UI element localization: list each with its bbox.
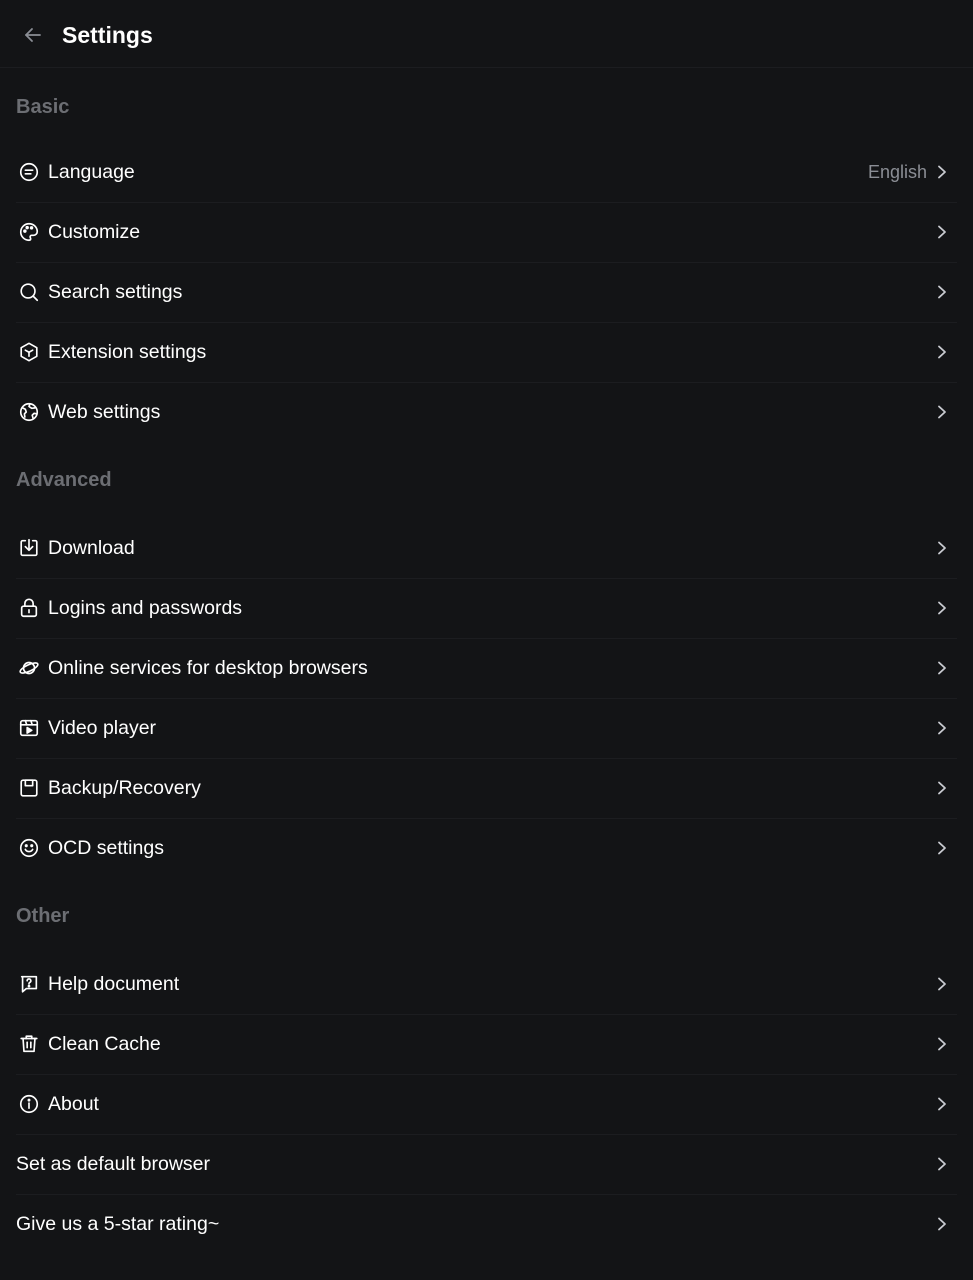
chevron-right-icon bbox=[935, 225, 949, 239]
chevron-right-icon bbox=[935, 1097, 949, 1111]
chevron-right-icon bbox=[935, 841, 949, 855]
settings-item-default-browser[interactable]: Set as default browser bbox=[16, 1134, 957, 1194]
chevron-right-icon bbox=[935, 601, 949, 615]
video-icon bbox=[18, 717, 40, 739]
settings-item-download[interactable]: Download bbox=[16, 518, 957, 578]
item-label: About bbox=[48, 1092, 99, 1115]
item-label: Web settings bbox=[48, 400, 161, 423]
settings-item-logins[interactable]: Logins and passwords bbox=[16, 578, 957, 638]
info-icon bbox=[18, 1093, 40, 1115]
item-label: Backup/Recovery bbox=[48, 776, 201, 799]
section-other: Other Help document Clean Cache About Se… bbox=[0, 878, 973, 1254]
item-label: Language bbox=[48, 160, 135, 183]
chevron-right-icon bbox=[935, 165, 949, 179]
settings-item-search[interactable]: Search settings bbox=[16, 262, 957, 322]
globe-icon bbox=[18, 401, 40, 423]
settings-item-web[interactable]: Web settings bbox=[16, 382, 957, 442]
item-label: Set as default browser bbox=[16, 1152, 211, 1175]
item-label: Video player bbox=[48, 716, 157, 739]
item-label: OCD settings bbox=[48, 836, 164, 859]
item-label: Extension settings bbox=[48, 340, 207, 363]
item-label: Give us a 5-star rating~ bbox=[16, 1212, 220, 1235]
chevron-right-icon bbox=[935, 405, 949, 419]
item-label: Online services for desktop browsers bbox=[48, 656, 368, 679]
advanced-list: Download Logins and passwords Online ser… bbox=[16, 518, 957, 878]
save-icon bbox=[18, 777, 40, 799]
item-label: Clean Cache bbox=[48, 1032, 161, 1055]
cube-icon bbox=[18, 341, 40, 363]
basic-list: Language English Customize Search settin… bbox=[16, 142, 957, 442]
back-button[interactable] bbox=[18, 20, 48, 50]
search-icon bbox=[18, 281, 40, 303]
chevron-right-icon bbox=[935, 345, 949, 359]
settings-item-help[interactable]: Help document bbox=[16, 954, 957, 1014]
lock-icon bbox=[18, 597, 40, 619]
chevron-right-icon bbox=[935, 661, 949, 675]
settings-item-backup[interactable]: Backup/Recovery bbox=[16, 758, 957, 818]
chevron-right-icon bbox=[935, 1157, 949, 1171]
chevron-right-icon bbox=[935, 721, 949, 735]
settings-item-extension[interactable]: Extension settings bbox=[16, 322, 957, 382]
chevron-right-icon bbox=[935, 285, 949, 299]
section-advanced: Advanced Download Logins and passwords O… bbox=[0, 442, 973, 878]
settings-item-rating[interactable]: Give us a 5-star rating~ bbox=[16, 1194, 957, 1254]
download-icon bbox=[18, 537, 40, 559]
chevron-right-icon bbox=[935, 1037, 949, 1051]
chevron-right-icon bbox=[935, 781, 949, 795]
settings-item-ocd[interactable]: OCD settings bbox=[16, 818, 957, 878]
section-title-basic: Basic bbox=[16, 96, 70, 118]
palette-icon bbox=[18, 221, 40, 243]
settings-item-online-services[interactable]: Online services for desktop browsers bbox=[16, 638, 957, 698]
item-label: Search settings bbox=[48, 280, 183, 303]
other-list: Help document Clean Cache About Set as d… bbox=[16, 954, 957, 1254]
planet-icon bbox=[18, 657, 40, 679]
settings-item-language[interactable]: Language English bbox=[16, 142, 957, 202]
settings-item-about[interactable]: About bbox=[16, 1074, 957, 1134]
language-value: English bbox=[867, 161, 927, 182]
smiley-icon bbox=[18, 837, 40, 859]
app-header: Settings bbox=[0, 0, 973, 68]
chevron-right-icon bbox=[935, 541, 949, 555]
item-label: Logins and passwords bbox=[48, 596, 243, 619]
trash-icon bbox=[18, 1033, 40, 1055]
item-label: Customize bbox=[48, 220, 141, 243]
section-title-other: Other bbox=[16, 905, 70, 927]
chevron-right-icon bbox=[935, 1217, 949, 1231]
arrow-left-icon bbox=[25, 28, 41, 42]
language-icon bbox=[18, 161, 40, 183]
item-label: Help document bbox=[48, 972, 180, 995]
page-title: Settings bbox=[62, 22, 153, 48]
section-title-advanced: Advanced bbox=[16, 469, 112, 491]
settings-item-customize[interactable]: Customize bbox=[16, 202, 957, 262]
chevron-right-icon bbox=[935, 977, 949, 991]
settings-item-video-player[interactable]: Video player bbox=[16, 698, 957, 758]
settings-item-clean-cache[interactable]: Clean Cache bbox=[16, 1014, 957, 1074]
help-icon bbox=[18, 973, 40, 995]
section-basic: Basic Language English Customize Search … bbox=[0, 68, 973, 442]
item-label: Download bbox=[48, 536, 135, 559]
